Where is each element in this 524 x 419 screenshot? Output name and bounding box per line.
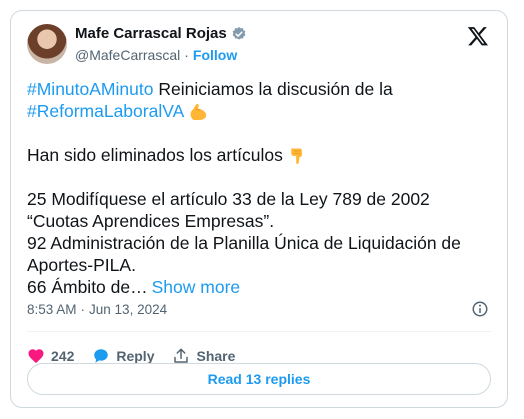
like-count: 242: [51, 348, 75, 364]
tweet-text: #MinutoAMinuto Reiniciamos la discusión …: [27, 78, 497, 298]
follow-button[interactable]: Follow: [193, 47, 237, 63]
avatar[interactable]: [27, 24, 67, 64]
hashtag-reforma-laboral[interactable]: #ReformaLaboralVA: [27, 101, 184, 121]
tweet-line-5: “Cuotas Aprendices Empresas”.: [27, 211, 275, 231]
flexed-biceps-emoji: [190, 104, 207, 120]
tweet-timestamp[interactable]: 8:53 AM · Jun 13, 2024: [27, 302, 167, 317]
tweet-time: 8:53 AM: [27, 302, 77, 317]
tweet-line-6: 92 Administración de la Planilla Única d…: [27, 233, 461, 253]
tweet-line-2: #ReformaLaboralVA: [27, 100, 497, 122]
hashtag-minuto-a-minuto[interactable]: #MinutoAMinuto: [27, 79, 153, 99]
reply-label: Reply: [116, 348, 155, 364]
author-handle-row: @MafeCarrascal · Follow: [75, 47, 237, 63]
x-logo-icon[interactable]: [467, 25, 489, 47]
tweet-line-3: Han sido eliminados los artículos: [27, 144, 497, 166]
handle-separator: ·: [184, 47, 189, 63]
author-handle[interactable]: @MafeCarrascal: [75, 47, 180, 63]
show-more-link[interactable]: Show more: [152, 277, 241, 297]
tweet-line-8: 66 Ámbito de… Show more: [27, 276, 497, 298]
tweet-line-7: Aportes-PILA.: [27, 255, 136, 275]
tweet-date: Jun 13, 2024: [89, 302, 168, 317]
tweet-line-8-text: 66 Ámbito de…: [27, 277, 148, 297]
verified-badge-icon: [232, 26, 246, 40]
pointing-down-emoji: [291, 148, 302, 164]
author-name-row: Mafe Carrascal Rojas: [75, 25, 247, 42]
read-replies-button[interactable]: Read 13 replies: [27, 363, 491, 395]
share-label: Share: [196, 348, 236, 364]
tweet-card: Mafe Carrascal Rojas @MafeCarrascal · Fo…: [10, 10, 508, 408]
tweet-line-3-text: Han sido eliminados los artículos: [27, 145, 283, 165]
tweet-line-1-text: Reiniciamos la discusión de la: [153, 79, 393, 99]
timestamp-separator: ·: [80, 302, 86, 317]
tweet-line-1: #MinutoAMinuto Reiniciamos la discusión …: [27, 78, 497, 100]
divider: [27, 331, 491, 332]
author-name[interactable]: Mafe Carrascal Rojas: [75, 25, 227, 42]
info-icon[interactable]: [471, 300, 489, 318]
tweet-line-4: 25 Modifíquese el artículo 33 de la Ley …: [27, 189, 430, 209]
